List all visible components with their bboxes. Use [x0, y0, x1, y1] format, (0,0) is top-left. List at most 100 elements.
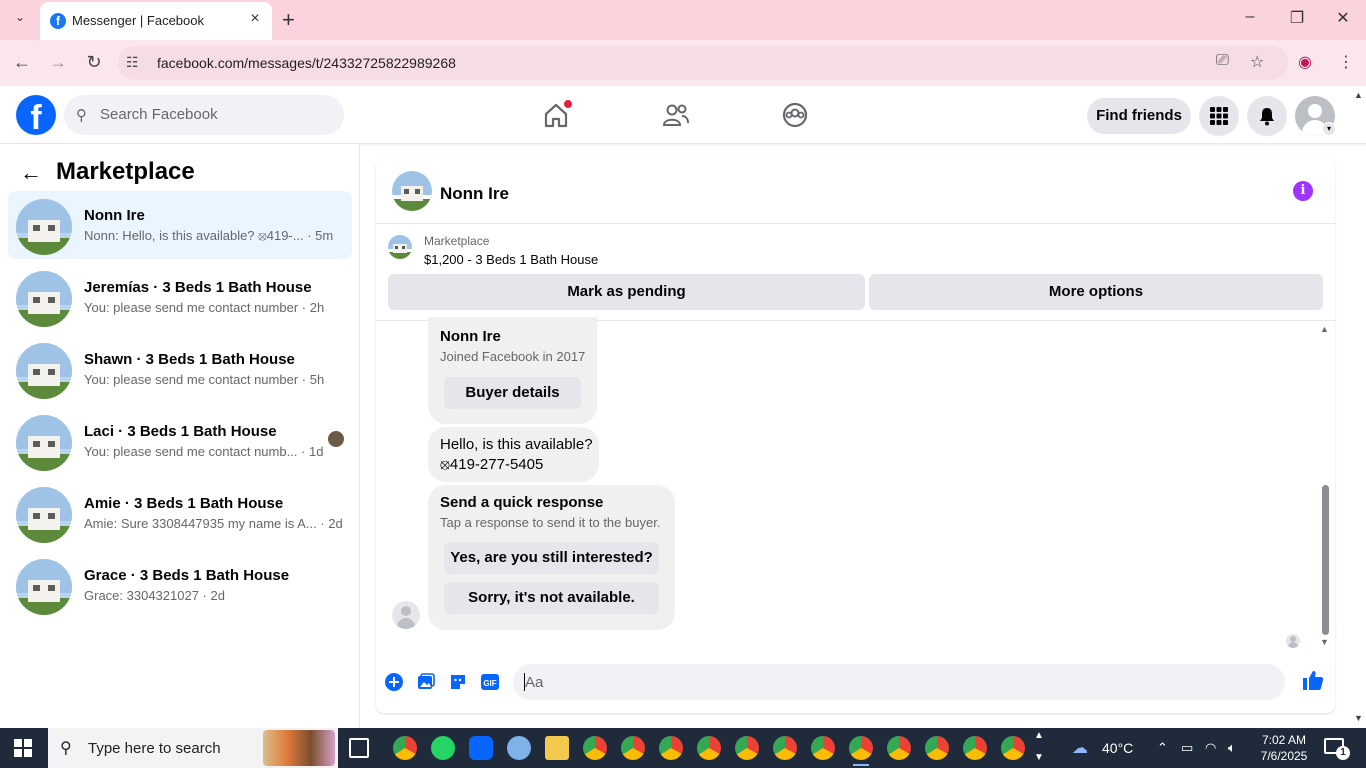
search-highlight-image	[263, 730, 335, 766]
message-input[interactable]: Aa	[513, 664, 1285, 700]
address-bar[interactable]: ☷ facebook.com/messages/t/24332725822989…	[118, 46, 1288, 80]
task-view-icon[interactable]	[349, 738, 369, 758]
groups-icon[interactable]	[780, 100, 810, 130]
reload-button[interactable]: ↻	[82, 52, 106, 73]
quick-response-yes-button[interactable]: Yes, are you still interested?	[444, 542, 659, 574]
chrome-profile-icon-6[interactable]	[773, 736, 797, 760]
paint-app-icon[interactable]	[507, 736, 531, 760]
mark-as-pending-button[interactable]: Mark as pending	[388, 274, 865, 310]
buyer-details-button[interactable]: Buyer details	[444, 377, 581, 409]
message-placeholder: Aa	[525, 674, 544, 691]
taskbar-search-box[interactable]: ⚲ Type here to search	[48, 728, 338, 768]
listing-category: Marketplace	[424, 234, 490, 248]
contact-avatar[interactable]	[392, 171, 432, 211]
chrome-profile-icon-active[interactable]	[849, 736, 873, 766]
conversation-item[interactable]: Shawn · 3 Beds 1 Bath House You: please s…	[8, 335, 352, 403]
listing-thumbnail[interactable]	[388, 235, 412, 259]
photo-icon[interactable]	[415, 672, 437, 694]
taskbar-scroll-down-icon[interactable]: ▼	[1034, 752, 1044, 763]
close-window-button[interactable]: ✕	[1331, 8, 1355, 28]
volume-icon[interactable]: 🔈︎	[1228, 740, 1236, 756]
facebook-logo[interactable]: f	[16, 95, 56, 135]
message-composer: GIF Aa	[376, 659, 1335, 713]
page-scroll-down-arrow[interactable]: ▼	[1354, 713, 1363, 723]
quick-response-sorry-button[interactable]: Sorry, it's not available.	[444, 582, 659, 614]
browser-toolbar: ← → ↻ ☷ facebook.com/messages/t/24332725…	[0, 40, 1366, 86]
site-info-icon[interactable]: ☷	[126, 54, 139, 71]
more-options-button[interactable]: More options	[869, 274, 1323, 310]
meta-app-icon[interactable]	[469, 736, 493, 760]
battery-icon[interactable]: ▭	[1181, 740, 1193, 756]
forward-button[interactable]: →	[46, 52, 70, 73]
conversation-name: Grace · 3 Beds 1 Bath House	[84, 567, 290, 584]
menu-grid-icon[interactable]	[1199, 96, 1239, 136]
chrome-profile-icon-9[interactable]	[925, 736, 949, 760]
info-icon[interactable]: i	[1293, 181, 1313, 201]
back-arrow-icon[interactable]: ←	[20, 160, 42, 186]
find-friends-button[interactable]: Find friends	[1087, 98, 1191, 134]
chrome-app-icon[interactable]	[393, 736, 417, 760]
chrome-profile-icon-5[interactable]	[735, 736, 759, 760]
tab-close-icon[interactable]: ×	[246, 10, 264, 28]
chrome-profile-icon-10[interactable]	[963, 736, 987, 760]
chrome-profile-icon-1[interactable]	[583, 736, 607, 760]
chrome-profile-icon-7[interactable]	[811, 736, 835, 760]
new-tab-button[interactable]: +	[282, 7, 295, 33]
account-chevron-icon[interactable]: ▾	[1322, 122, 1336, 136]
chrome-profile-icon-8[interactable]	[887, 736, 911, 760]
profile-icon[interactable]: ◉	[1298, 52, 1312, 72]
file-explorer-icon[interactable]	[545, 736, 569, 760]
windows-start-icon[interactable]	[14, 739, 32, 757]
add-plus-icon[interactable]	[383, 672, 405, 694]
system-clock[interactable]: 7:02 AM 7/6/2025	[1258, 732, 1310, 764]
chrome-profile-icon-2[interactable]	[621, 736, 645, 760]
taskbar-scroll-up-icon[interactable]: ▲	[1034, 730, 1044, 741]
wifi-icon[interactable]: ◠	[1205, 740, 1216, 756]
conversation-item[interactable]: Jeremías · 3 Beds 1 Bath House You: pleas…	[8, 263, 352, 331]
chrome-profile-icon-4[interactable]	[697, 736, 721, 760]
browser-menu-icon[interactable]: ⋮	[1338, 52, 1354, 72]
contact-name[interactable]: Nonn Ire	[440, 184, 509, 204]
conversation-preview: Grace: 3304321027 · 2d	[84, 588, 225, 603]
friends-icon[interactable]	[661, 100, 691, 130]
search-facebook-input[interactable]: ⚲ Search Facebook	[64, 95, 344, 135]
tab-search-chevron-icon[interactable]: ⌄	[10, 10, 30, 30]
chrome-profile-icon-3[interactable]	[659, 736, 683, 760]
chrome-profile-icon-11[interactable]	[1001, 736, 1025, 760]
notifications-bell-icon[interactable]	[1247, 96, 1287, 136]
conversation-avatar	[16, 199, 72, 255]
quick-response-subtitle: Tap a response to send it to the buyer.	[440, 515, 661, 530]
sticker-icon[interactable]	[447, 672, 469, 694]
home-notification-dot	[563, 99, 573, 109]
maximize-button[interactable]: ❐	[1285, 8, 1309, 28]
conversation-item[interactable]: Grace · 3 Beds 1 Bath House Grace: 330432…	[8, 551, 352, 619]
conversation-preview: You: please send me contact number · 5h	[84, 372, 325, 387]
conversation-item[interactable]: Nonn Ire Nonn: Hello, is this available? …	[8, 191, 352, 259]
thumbs-up-like-icon[interactable]	[1301, 668, 1325, 698]
tab-title: Messenger | Facebook	[72, 13, 204, 28]
install-app-icon[interactable]: ⎚	[1216, 52, 1229, 70]
notification-count-badge: 1	[1336, 746, 1350, 760]
scroll-up-arrow[interactable]: ▲	[1320, 324, 1329, 334]
facebook-header: f ⚲ Search Facebook Find friends	[0, 86, 1366, 144]
weather-temperature[interactable]: 40°C	[1102, 740, 1133, 756]
bookmark-star-icon[interactable]: ☆	[1250, 52, 1264, 72]
scroll-down-arrow[interactable]: ▼	[1320, 637, 1329, 647]
chat-panel: Nonn Ire i Marketplace $1,200 - 3 Beds 1…	[376, 159, 1335, 713]
whatsapp-app-icon[interactable]	[431, 736, 455, 760]
back-button[interactable]: ←	[10, 52, 34, 73]
browser-tab[interactable]: f Messenger | Facebook ×	[40, 2, 272, 40]
conversation-item[interactable]: Amie · 3 Beds 1 Bath House Amie: Sure 330…	[8, 479, 352, 547]
page-scroll-up-arrow[interactable]: ▲	[1354, 90, 1363, 100]
minimize-button[interactable]: –	[1238, 8, 1262, 26]
weather-icon[interactable]: ☁	[1072, 738, 1088, 758]
conversation-preview: Nonn: Hello, is this available? ⦻419-...…	[84, 228, 334, 243]
listing-title[interactable]: $1,200 - 3 Beds 1 Bath House	[424, 252, 598, 267]
buyer-name: Nonn Ire	[440, 328, 501, 345]
message-line-2: ⦻419-277-5405	[440, 456, 544, 473]
conversation-item[interactable]: Laci · 3 Beds 1 Bath House You: please se…	[8, 407, 352, 475]
tray-chevron-icon[interactable]: ⌃	[1157, 740, 1168, 756]
read-receipt-avatar	[328, 431, 344, 447]
messages-scrollbar[interactable]	[1322, 485, 1329, 635]
gif-icon[interactable]: GIF	[479, 672, 501, 694]
